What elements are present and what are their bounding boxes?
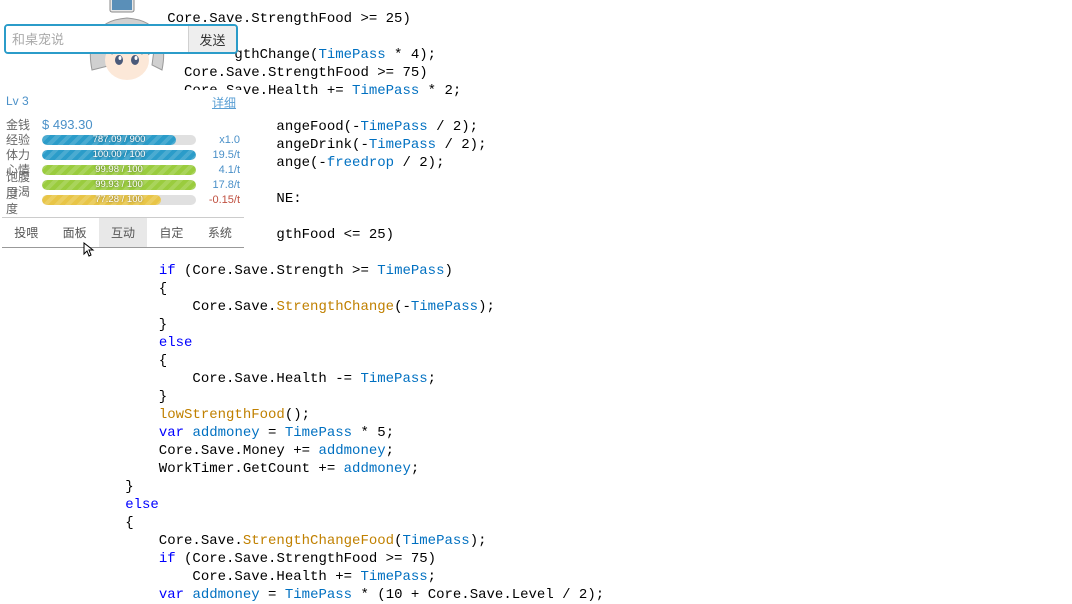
stat-bar: 99.98 / 100	[42, 165, 196, 175]
money-value: $ 493.30	[42, 117, 93, 132]
stat-rate: 19.5/t	[200, 149, 240, 161]
stat-bar: 787.09 / 900	[42, 135, 196, 145]
tab-bar: 投喂 面板 互动 自定 系统	[2, 217, 244, 247]
send-button[interactable]: 发送	[188, 26, 236, 52]
stat-rate: 4.1/t	[200, 164, 240, 176]
stat-row-exp: 经验 787.09 / 900 x1.0	[2, 132, 244, 147]
stat-row-money: 金钱 $ 493.30	[2, 117, 244, 132]
stat-row-drink: 口渴度 77.28 / 100 -0.15/t	[2, 192, 244, 207]
detail-link[interactable]: 详细	[212, 94, 236, 111]
stat-row-stamina: 体力 100.00 / 100 19.5/t	[2, 147, 244, 162]
stat-label: 口渴度	[6, 183, 38, 217]
tab-interact[interactable]: 互动	[99, 218, 147, 247]
stat-rate: 17.8/t	[200, 179, 240, 191]
stats-panel: Lv 3 详细 金钱 $ 493.30 经验 787.09 / 900 x1.0…	[2, 90, 244, 248]
stat-bar: 100.00 / 100	[42, 150, 196, 160]
stat-row-food: 饱腹度 99.93 / 100 17.8/t	[2, 177, 244, 192]
chat-bar: 发送	[4, 24, 238, 54]
stat-rate: -0.15/t	[200, 194, 240, 206]
tab-custom[interactable]: 自定	[147, 218, 195, 247]
tab-feed[interactable]: 投喂	[2, 218, 50, 247]
stat-bar: 99.93 / 100	[42, 180, 196, 190]
stat-rate: x1.0	[200, 134, 240, 146]
level-label: Lv 3	[6, 94, 29, 111]
stat-bar: 77.28 / 100	[42, 195, 196, 205]
code-editor: Core.Save.StrengthFood >= 25) gthChange(…	[100, 0, 1072, 597]
tab-system[interactable]: 系统	[196, 218, 244, 247]
chat-input[interactable]	[6, 26, 188, 52]
tab-panel[interactable]: 面板	[50, 218, 98, 247]
stat-row-mood: 心情 99.98 / 100 4.1/t	[2, 162, 244, 177]
